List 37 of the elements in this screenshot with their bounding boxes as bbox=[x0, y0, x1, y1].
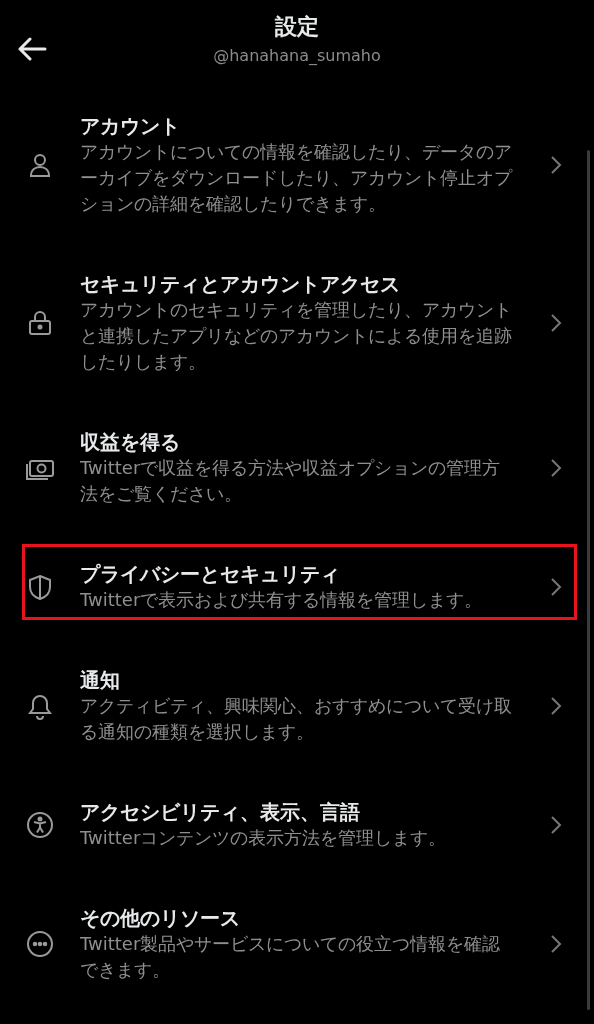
item-description: Twitterで表示および共有する情報を管理します。 bbox=[80, 588, 484, 612]
item-title: 通知 bbox=[80, 667, 121, 693]
item-title: セキュリティとアカウントアクセス bbox=[80, 271, 401, 297]
chevron-icon bbox=[550, 696, 562, 716]
settings-item[interactable]: アクセシビリティ、表示、言語 Twitterコンテンツの表示方法を管理します。 bbox=[0, 772, 594, 878]
chevron-icon bbox=[550, 155, 562, 175]
scroll-bar[interactable] bbox=[587, 150, 590, 1010]
item-description: アカウントのセキュリティを管理したり、アカウントと連携したアプリなどのアカウントによる使用を追跡したりします。 bbox=[80, 298, 512, 374]
chevron-icon bbox=[550, 313, 562, 333]
settings-item[interactable]: 通知 アクティビティ、興味関心、おすすめについて受け取る通知の種類を選択します。 bbox=[0, 640, 594, 772]
item-description: Twitter製品やサービスについての役立つ情報を確認できます。 bbox=[80, 932, 502, 982]
settings-item[interactable]: 収益を得る Twitterで収益を得る方法や収益オプションの管理方法をご覧ください。 bbox=[0, 402, 594, 534]
chevron-icon bbox=[550, 577, 562, 597]
settings-item[interactable]: その他のリソース Twitter製品やサービスについての役立つ情報を確認できます。 bbox=[0, 878, 594, 1010]
settings-item[interactable]: セキュリティとアカウントアクセス アカウントのセキュリティを管理したり、アカウントと連携したアプリなどのアカウントによる使用を追跡したりします。 bbox=[0, 244, 594, 402]
accessibility-icon bbox=[26, 811, 54, 839]
back-arrow-icon[interactable] bbox=[17, 37, 47, 61]
item-description: アクティビティ、興味関心、おすすめについて受け取る通知の種類を選択します。 bbox=[80, 694, 512, 744]
settings-item[interactable]: アカウント アカウントについての情報を確認したり、データのアーカイブをダウンロードしたり、アカウント停止オプションの詳細を確認したりできます。 bbox=[0, 86, 594, 244]
item-title: その他のリソース bbox=[80, 905, 241, 931]
item-description: アカウントについての情報を確認したり、データのアーカイブをダウンロードしたり、アカウント停止オプションの詳細を確認したりできます。 bbox=[80, 140, 512, 216]
chevron-icon bbox=[550, 815, 562, 835]
page-title: 設定 bbox=[275, 12, 319, 41]
chevron-icon bbox=[550, 934, 562, 954]
item-description: Twitterコンテンツの表示方法を管理します。 bbox=[80, 826, 448, 850]
item-title: アクセシビリティ、表示、言語 bbox=[80, 799, 361, 825]
lock-icon bbox=[26, 309, 54, 337]
item-description: Twitterで収益を得る方法や収益オプションの管理方法をご覧ください。 bbox=[80, 456, 502, 506]
more-icon bbox=[26, 930, 54, 958]
bell-icon bbox=[26, 692, 54, 720]
item-title: 収益を得る bbox=[80, 429, 181, 455]
account-handle: @hanahana_sumaho bbox=[213, 45, 381, 65]
item-title: アカウント bbox=[80, 113, 181, 139]
chevron-icon bbox=[550, 458, 562, 478]
settings-item[interactable]: プライバシーとセキュリティ Twitterで表示および共有する情報を管理します。 bbox=[0, 534, 594, 640]
shield-icon bbox=[26, 573, 54, 601]
item-title: プライバシーとセキュリティ bbox=[80, 561, 341, 587]
